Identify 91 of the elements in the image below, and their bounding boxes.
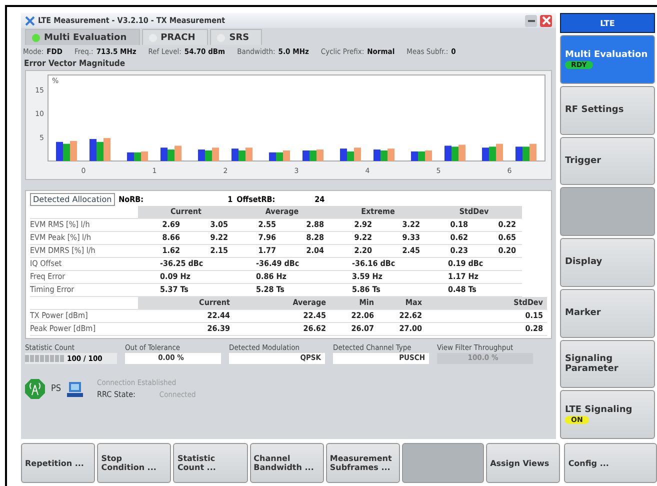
table-cell: 22.45 [234, 310, 330, 323]
table-cell: 2.88 [282, 219, 330, 232]
softkey[interactable]: Measurement Subframes ... [326, 443, 400, 483]
softkey[interactable]: Signaling Parameter [560, 340, 655, 388]
table-cell: 0.28 [426, 323, 547, 336]
app-icon [25, 16, 35, 26]
table-cell: 26.07 [330, 323, 378, 336]
table-cell: 7.96 [234, 232, 282, 245]
table-cell: 9.22 [330, 232, 378, 245]
softkey[interactable]: Stop Condition ... [97, 443, 172, 483]
table-cell: 26.62 [234, 323, 330, 336]
table-cell: -36.49 dBc [234, 258, 330, 271]
row-label: TX Power [dBm] [30, 310, 138, 323]
column-header: Min [330, 297, 378, 310]
column-header: StdDev [426, 297, 547, 310]
table-cell: 0.65 [474, 232, 522, 245]
column-header: Extreme [330, 206, 426, 219]
tab[interactable]: Multi Evaluation [25, 29, 140, 45]
column-header: Current [138, 206, 234, 219]
table-cell: 2.45 [378, 245, 426, 258]
table-cell: 0.62 [426, 232, 474, 245]
row-label: Peak Power [dBm] [30, 323, 138, 336]
row-label: EVM Peak [%] l/h [30, 232, 138, 245]
table-cell: 0.23 [426, 245, 474, 258]
table-cell: 0.22 [474, 219, 522, 232]
antenna-icon [25, 378, 45, 398]
table-cell: 0.18 [426, 219, 474, 232]
minimize-button[interactable] [525, 14, 537, 26]
table-cell: 1.62 [138, 245, 186, 258]
softkey[interactable]: Trigger [560, 136, 655, 186]
table-cell: 22.06 [330, 310, 378, 323]
mode-header: LTE [560, 13, 655, 33]
row-label: EVM DMRS [%] l/h [30, 245, 138, 258]
table-cell: 2.15 [186, 245, 234, 258]
table-cell: 0.19 dBc [426, 258, 522, 271]
detected-allocation-button[interactable]: Detected Allocation [30, 193, 115, 206]
row-label: Freq Error [30, 271, 138, 284]
table-cell: 2.92 [330, 219, 378, 232]
minimize-icon [528, 19, 534, 22]
table-cell: 22.44 [138, 310, 234, 323]
table-cell: 0.09 Hz [138, 271, 234, 284]
softkey[interactable]: Display [560, 238, 655, 287]
table-cell: 0.15 [426, 310, 547, 323]
table-cell: 22.62 [378, 310, 426, 323]
table-cell: -36.16 dBc [330, 258, 426, 271]
row-label: EVM RMS [%] l/h [30, 219, 138, 232]
softkey[interactable]: Repetition ... [21, 443, 96, 483]
section-title: Error Vector Magnitude [23, 58, 126, 70]
column-header: Average [234, 206, 330, 219]
column-header: Max [378, 297, 426, 310]
table-cell: 0.86 Hz [234, 271, 330, 284]
table-cell: 0.20 [474, 245, 522, 258]
softkey[interactable]: Marker [560, 288, 655, 338]
table-cell: 1.17 Hz [426, 271, 522, 284]
table-cell: 1.77 [234, 245, 282, 258]
table-cell: 3.59 Hz [330, 271, 426, 284]
computer-icon [67, 380, 84, 398]
table-cell: 8.66 [138, 232, 186, 245]
table-cell: 9.33 [378, 232, 426, 245]
offset-label: OffsetRB: [236, 195, 276, 204]
column-header: Current [138, 297, 234, 310]
ps-label: PS [51, 384, 62, 394]
table-cell: 9.22 [186, 232, 234, 245]
rrc-label: RRC State: [97, 390, 136, 399]
norb-value: 1 [226, 195, 233, 204]
table-cell: 2.20 [330, 245, 378, 258]
softkey[interactable]: Channel Bandwidth ... [250, 443, 324, 483]
norb-label: NoRB: [118, 195, 145, 204]
table-cell: 27.00 [378, 323, 426, 336]
column-header: Average [234, 297, 330, 310]
softkey[interactable]: RF Settings [560, 86, 655, 134]
table-cell: 8.28 [282, 232, 330, 245]
offset-value: 24 [314, 195, 325, 204]
table-cell: 26.39 [138, 323, 234, 336]
softkey[interactable]: Config ... [564, 443, 657, 483]
window-title: LTE Measurement - V3.2.10 - TX Measurement [38, 16, 226, 25]
table-cell: 3.22 [378, 219, 426, 232]
table-cell: 2.69 [138, 219, 186, 232]
table-cell: -36.25 dBc [138, 258, 234, 271]
column-header: StdDev [426, 206, 522, 219]
tab[interactable]: SRS [210, 29, 262, 45]
row-label: Timing Error [30, 284, 138, 297]
table-cell: 2.04 [282, 245, 330, 258]
tab[interactable]: PRACH [142, 29, 208, 45]
table-cell: 3.05 [186, 219, 234, 232]
close-icon [542, 16, 550, 25]
close-button[interactable] [540, 14, 552, 26]
softkey[interactable]: Assign Views [486, 443, 560, 483]
softkey[interactable]: Statistic Count ... [173, 443, 248, 483]
table-cell: 2.55 [234, 219, 282, 232]
row-label: IQ Offset [30, 258, 138, 271]
